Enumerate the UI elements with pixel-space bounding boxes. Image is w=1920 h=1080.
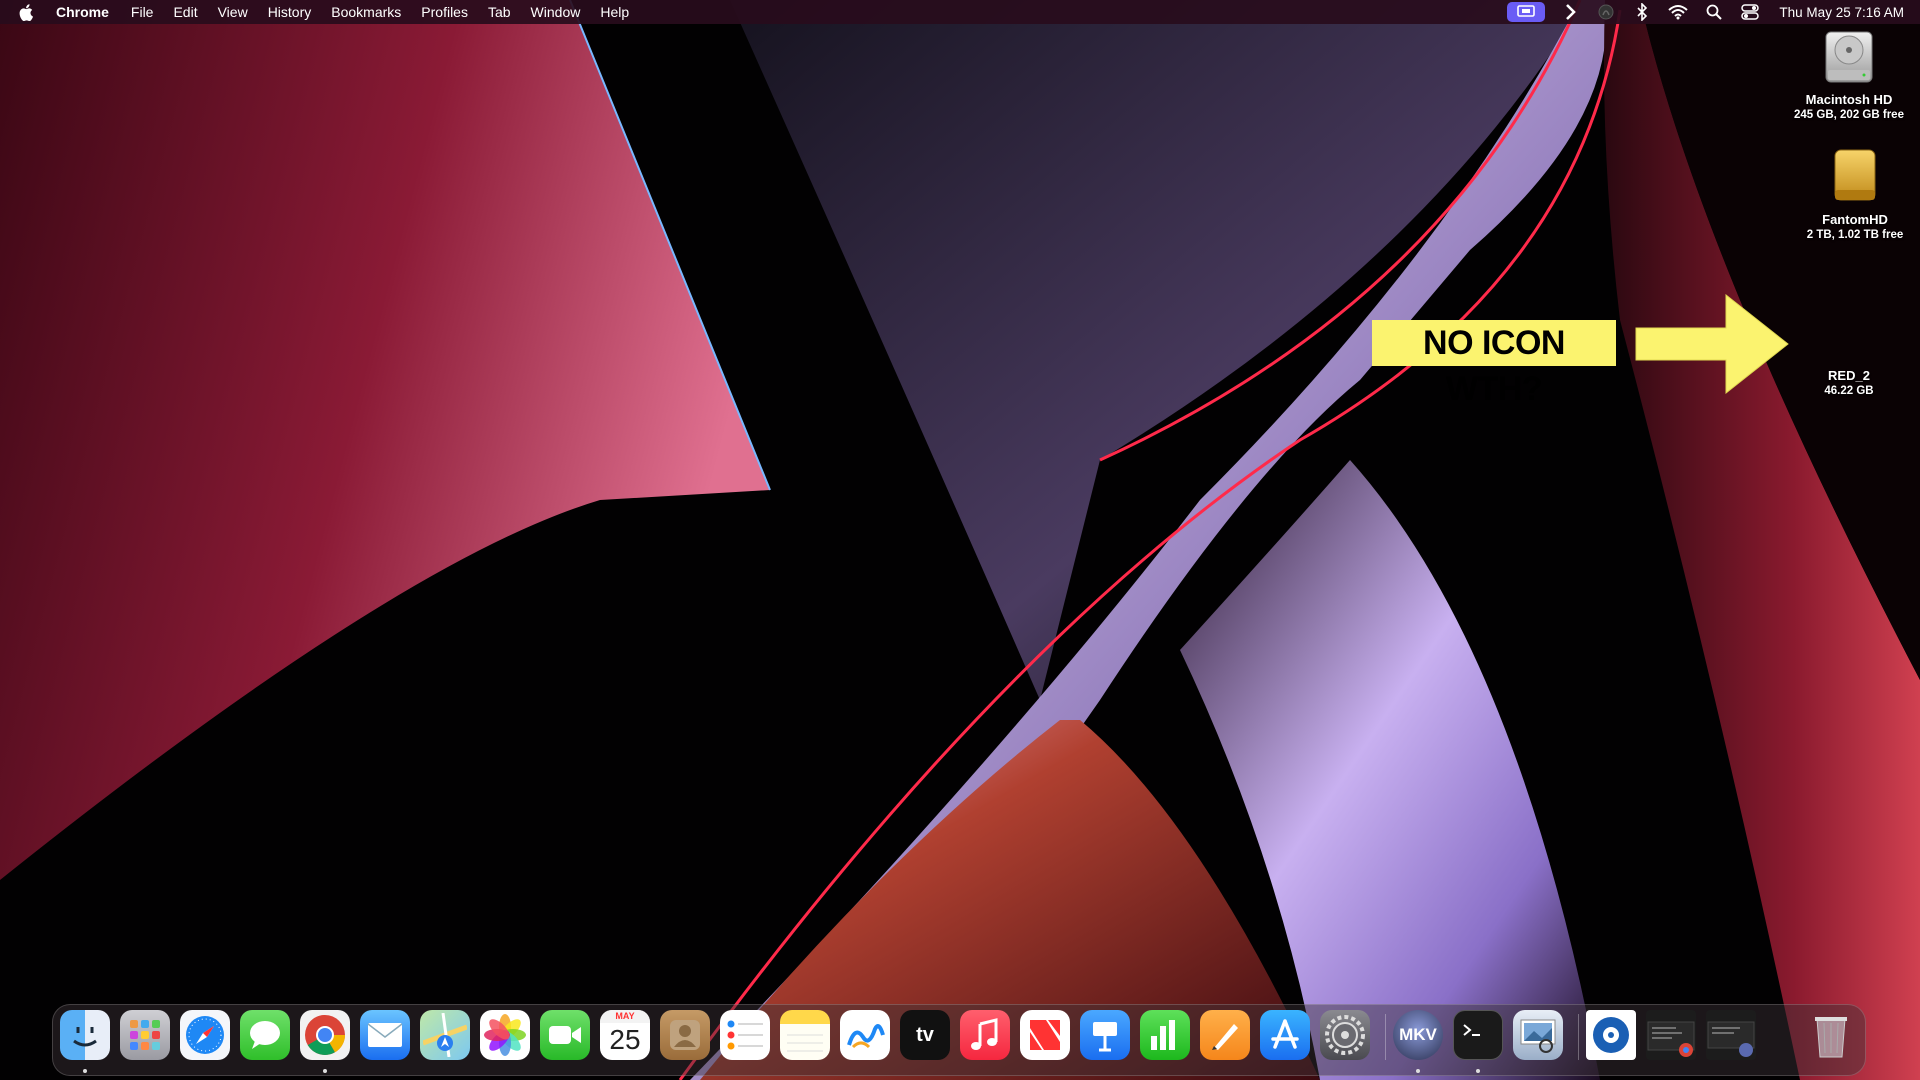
numbers-icon[interactable]	[1140, 1010, 1190, 1060]
finder-icon[interactable]	[60, 1010, 110, 1060]
disc-document-icon[interactable]	[1586, 1010, 1636, 1060]
reminders-icon[interactable]	[720, 1010, 770, 1060]
display-mirror-icon[interactable]	[1507, 2, 1546, 22]
system-settings-icon[interactable]	[1320, 1010, 1370, 1060]
internal-hard-drive-icon	[1820, 28, 1878, 86]
dock-separator	[1578, 1014, 1579, 1060]
external-hard-drive-icon	[1825, 146, 1885, 206]
contacts-icon[interactable]	[660, 1010, 710, 1060]
menu-profiles[interactable]: Profiles	[411, 0, 478, 24]
menu-help[interactable]: Help	[590, 0, 639, 24]
menu-app-name[interactable]: Chrome	[56, 0, 121, 24]
chrome-window-thumbnail-icon[interactable]	[1646, 1010, 1696, 1060]
safari-icon[interactable]	[180, 1010, 230, 1060]
messages-icon[interactable]	[240, 1010, 290, 1060]
menu-view[interactable]: View	[208, 0, 258, 24]
calendar-icon[interactable]: MAY 25	[600, 1010, 650, 1060]
trash-icon[interactable]	[1806, 1010, 1856, 1060]
photos-icon[interactable]	[480, 1010, 530, 1060]
menu-window[interactable]: Window	[521, 0, 591, 24]
chevron-right-icon[interactable]	[1559, 2, 1581, 22]
desktop-item-detail: 2 TB, 1.02 TB free	[1806, 229, 1904, 241]
menu-file[interactable]: File	[121, 0, 164, 24]
annotation-callout: NO ICON WTH?	[1372, 320, 1616, 408]
apple-tv-icon[interactable]: tv	[900, 1010, 950, 1060]
desktop-item-name: RED_2	[1828, 368, 1870, 383]
app-store-icon[interactable]	[1260, 1010, 1310, 1060]
bluetooth-icon[interactable]	[1631, 2, 1653, 22]
menu-tab[interactable]: Tab	[478, 0, 521, 24]
keynote-icon[interactable]	[1080, 1010, 1130, 1060]
desktop-item-fantomhd[interactable]: FantomHD 2 TB, 1.02 TB free	[1780, 146, 1920, 242]
makemkv-window-thumbnail-icon[interactable]	[1706, 1010, 1756, 1060]
pages-icon[interactable]	[1200, 1010, 1250, 1060]
dock-separator	[1385, 1014, 1386, 1060]
control-center-icon[interactable]	[1739, 2, 1761, 22]
menu-bookmarks[interactable]: Bookmarks	[321, 0, 411, 24]
running-indicator	[83, 1069, 87, 1073]
calendar-day: 25	[609, 1024, 641, 1055]
menu-history[interactable]: History	[258, 0, 322, 24]
freeform-icon[interactable]	[840, 1010, 890, 1060]
running-indicator	[1416, 1069, 1420, 1073]
desktop-item-detail: 245 GB, 202 GB free	[1794, 109, 1904, 121]
launchpad-icon[interactable]	[120, 1010, 170, 1060]
mkv-label: MKV	[1399, 1025, 1437, 1044]
desktop-item-detail: 46.22 GB	[1824, 385, 1874, 397]
music-icon[interactable]	[960, 1010, 1010, 1060]
desktop-item-name: FantomHD	[1822, 212, 1888, 227]
facetime-icon[interactable]	[540, 1010, 590, 1060]
terminal-icon[interactable]	[1453, 1010, 1503, 1060]
running-indicator	[1476, 1069, 1480, 1073]
tv-label: tv	[916, 1023, 934, 1046]
mail-icon[interactable]	[360, 1010, 410, 1060]
preview-icon[interactable]	[1513, 1010, 1563, 1060]
menu-edit[interactable]: Edit	[163, 0, 207, 24]
chrome-icon[interactable]	[300, 1010, 350, 1060]
arrow-right-icon	[1635, 294, 1789, 394]
wifi-icon[interactable]	[1667, 2, 1689, 22]
running-indicator	[323, 1069, 327, 1073]
desktop-item-name: Macintosh HD	[1805, 92, 1893, 107]
siri-icon[interactable]	[1595, 2, 1617, 22]
calendar-month: MAY	[600, 1010, 650, 1023]
desktop-item-red-2[interactable]: RED_2 46.22 GB	[1774, 368, 1920, 398]
apple-menu-icon[interactable]	[18, 3, 34, 21]
spotlight-search-icon[interactable]	[1703, 2, 1725, 22]
notes-icon[interactable]	[780, 1010, 830, 1060]
makemkv-icon[interactable]: MKV	[1393, 1010, 1443, 1060]
desktop-wallpaper	[0, 0, 1920, 1080]
maps-icon[interactable]	[420, 1010, 470, 1060]
news-icon[interactable]	[1020, 1010, 1070, 1060]
menu-bar-clock[interactable]: Thu May 25 7:16 AM	[1779, 5, 1904, 20]
menu-bar: Chrome File Edit View History Bookmarks …	[0, 0, 1920, 24]
desktop-item-macintosh-hd[interactable]: Macintosh HD 245 GB, 202 GB free	[1774, 28, 1920, 122]
